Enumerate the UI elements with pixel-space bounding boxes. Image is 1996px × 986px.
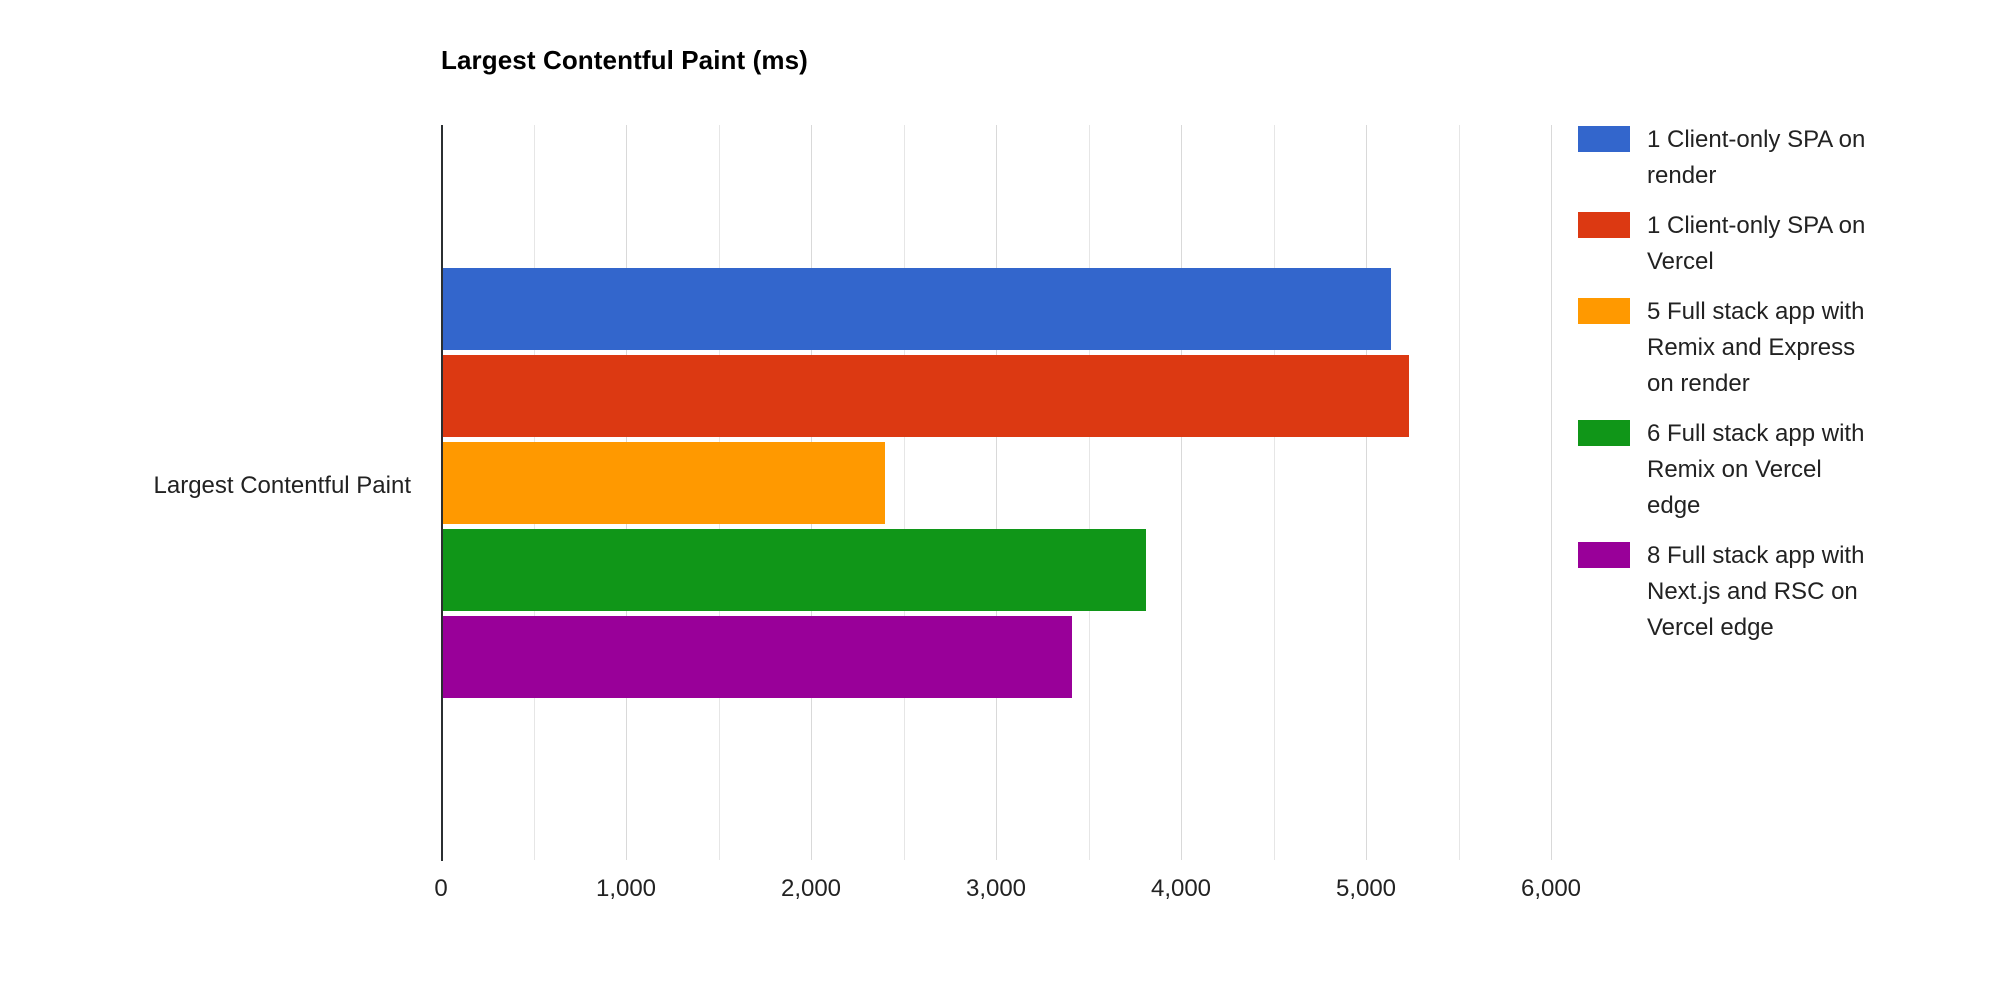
legend-item-1[interactable]: 1 Client-only SPA on render [1578,122,1978,194]
bar-series-2[interactable] [441,355,1409,437]
gridline-minor [1088,125,1090,860]
legend-item-label: 1 Client-only SPA on Vercel [1647,212,1866,275]
legend-item-label: 5 Full stack app with Remix and Express … [1647,298,1865,397]
bar-series-3[interactable] [441,442,885,524]
x-tick-label: 0 [434,875,448,902]
x-tick-label: 3,000 [965,875,1027,902]
bar-series-4[interactable] [441,529,1146,611]
bar-series-1[interactable] [441,268,1391,350]
legend-swatch-icon [1578,420,1630,446]
x-tick-label: 1,000 [595,875,657,902]
x-tick-label: 5,000 [1335,875,1397,902]
legend-item-5[interactable]: 8 Full stack app with Next.js and RSC on… [1578,538,1978,646]
gridline-major [996,125,997,860]
gridline-minor [1458,125,1460,860]
x-tick-label: 2,000 [780,875,842,902]
x-tick-label: 4,000 [1150,875,1212,902]
bar-chart: Largest Contentful Paint (ms) Largest Co… [0,0,1996,986]
plot-area [441,125,1552,860]
chart-title: Largest Contentful Paint (ms) [441,45,808,75]
gridline-minor [1273,125,1275,860]
gridline-major [1551,125,1552,860]
gridline-major [1366,125,1367,860]
legend-item-3[interactable]: 5 Full stack app with Remix and Express … [1578,294,1978,402]
legend-item-label: 6 Full stack app with Remix on Vercel ed… [1647,420,1865,519]
legend-swatch-icon [1578,212,1630,238]
gridline-minor [903,125,905,860]
gridline-major [1181,125,1182,860]
legend-swatch-icon [1578,126,1630,152]
legend-item-4[interactable]: 6 Full stack app with Remix on Vercel ed… [1578,416,1978,524]
x-tick-label: 6,000 [1520,875,1582,902]
legend-swatch-icon [1578,542,1630,568]
legend-item-label: 1 Client-only SPA on render [1647,126,1866,189]
bar-series-5[interactable] [441,616,1072,698]
legend-item-label: 8 Full stack app with Next.js and RSC on… [1647,542,1865,641]
domain-axis-line [441,125,443,861]
category-axis-label: Largest Contentful Paint [153,472,412,499]
legend-swatch-icon [1578,298,1630,324]
legend-item-2[interactable]: 1 Client-only SPA on Vercel [1578,208,1978,280]
chart-legend: 1 Client-only SPA on render 1 Client-only… [1578,122,1978,660]
